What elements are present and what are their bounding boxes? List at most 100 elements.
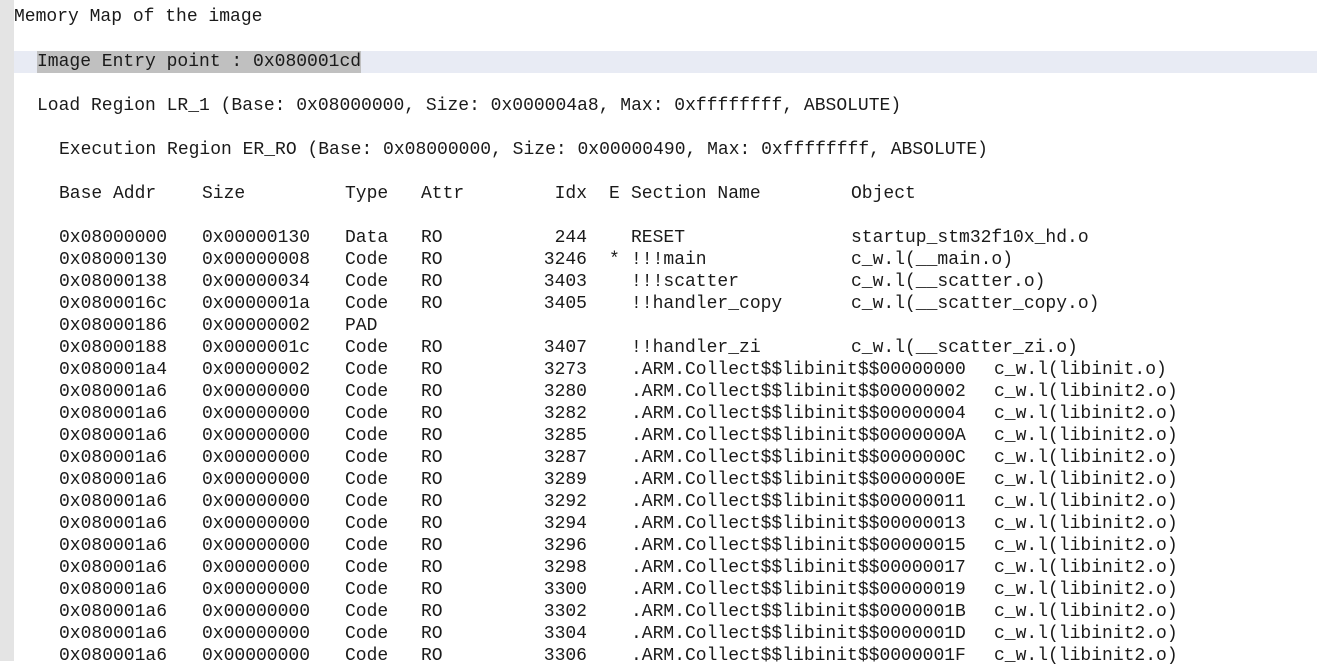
cell-base-addr: 0x080001a4 — [59, 360, 168, 380]
cell-base-addr: 0x08000188 — [59, 338, 168, 358]
cell-type: Code — [345, 646, 389, 666]
cell-size: 0x00000000 — [202, 492, 311, 512]
cell-type: PAD — [345, 316, 378, 336]
cell-section-name: .ARM.Collect$$libinit$$00000015 — [631, 536, 966, 556]
table-row: 0x080001a6 0x00000000 Code RO 3294 .ARM.Colle… — [0, 513, 1317, 535]
table-row: 0x08000000 0x00000130 Data RO 244 RESET startu… — [0, 227, 1317, 249]
table-row: 0x080001a6 0x00000000 Code RO 3285 .ARM.Colle… — [0, 425, 1317, 447]
cell-type: Code — [345, 558, 389, 578]
cell-base-addr: 0x080001a6 — [59, 404, 168, 424]
cell-object: c_w.l(libinit2.o) — [994, 624, 1178, 644]
cell-attr: RO — [421, 272, 443, 292]
table-row: 0x080001a6 0x00000000 Code RO 3280 .ARM.Colle… — [0, 381, 1317, 403]
cell-attr: RO — [421, 580, 443, 600]
cell-attr: RO — [421, 338, 443, 358]
load-region-line: Load Region LR_1 (Base: 0x08000000, Size… — [37, 96, 902, 116]
cell-idx: 3302 — [543, 602, 587, 622]
cell-object: c_w.l(libinit2.o) — [994, 426, 1178, 446]
cell-object: c_w.l(libinit.o) — [994, 360, 1167, 380]
cell-type: Code — [345, 536, 389, 556]
cell-object: c_w.l(libinit2.o) — [994, 558, 1178, 578]
cell-object: c_w.l(__scatter_copy.o) — [851, 294, 1100, 314]
cell-attr: RO — [421, 426, 443, 446]
column-header-size: Size — [202, 184, 246, 204]
cell-section-name: .ARM.Collect$$libinit$$0000001D — [631, 624, 966, 644]
cell-size: 0x00000034 — [202, 272, 311, 292]
cell-section-name: .ARM.Collect$$libinit$$0000000C — [631, 448, 966, 468]
cell-size: 0x00000000 — [202, 426, 311, 446]
cell-idx: 244 — [554, 228, 587, 248]
table-row: 0x08000130 0x00000008 Code RO 3246 * !!!main c_… — [0, 249, 1317, 271]
cell-size: 0x00000000 — [202, 646, 311, 666]
cell-base-addr: 0x08000000 — [59, 228, 168, 248]
cell-base-addr: 0x08000138 — [59, 272, 168, 292]
cell-section-name: .ARM.Collect$$libinit$$00000000 — [631, 360, 966, 380]
cell-idx: 3285 — [543, 426, 587, 446]
cell-section-name: .ARM.Collect$$libinit$$00000019 — [631, 580, 966, 600]
cell-attr: RO — [421, 646, 443, 666]
cell-attr: RO — [421, 470, 443, 490]
cell-object: c_w.l(__scatter_zi.o) — [851, 338, 1078, 358]
cell-size: 0x00000008 — [202, 250, 311, 270]
cell-object: startup_stm32f10x_hd.o — [851, 228, 1089, 248]
entry-point-line[interactable]: Image Entry point : 0x080001cd — [37, 51, 362, 73]
cell-section-name: !!handler_copy — [631, 294, 783, 314]
table-row: 0x080001a6 0x00000000 Code RO 3289 .ARM.Colle… — [0, 469, 1317, 491]
cell-attr: RO — [421, 536, 443, 556]
cell-attr: RO — [421, 294, 443, 314]
column-header-idx: Idx — [554, 184, 587, 204]
cell-object: c_w.l(libinit2.o) — [994, 602, 1178, 622]
table-row: 0x080001a4 0x00000002 Code RO 3273 .ARM.Colle… — [0, 359, 1317, 381]
table-header: Base Addr Size Type Attr Idx E Section N… — [0, 183, 1317, 205]
cell-size: 0x00000000 — [202, 602, 311, 622]
table-row: 0x080001a6 0x00000000 Code RO 3287 .ARM.Colle… — [0, 447, 1317, 469]
column-header-section-name: Section Name — [631, 184, 761, 204]
cell-base-addr: 0x080001a6 — [59, 558, 168, 578]
table-row: 0x0800016c 0x0000001a Code RO 3405 !!handler_… — [0, 293, 1317, 315]
cell-base-addr: 0x080001a6 — [59, 426, 168, 446]
table-row: 0x080001a6 0x00000000 Code RO 3292 .ARM.Colle… — [0, 491, 1317, 513]
cell-idx: 3306 — [543, 646, 587, 666]
cell-size: 0x00000000 — [202, 536, 311, 556]
cell-section-name: .ARM.Collect$$libinit$$0000000A — [631, 426, 966, 446]
cell-base-addr: 0x08000186 — [59, 316, 168, 336]
cell-section-name: .ARM.Collect$$libinit$$0000001B — [631, 602, 966, 622]
table-row: 0x08000186 0x00000002 PAD — [0, 315, 1317, 337]
cell-type: Code — [345, 360, 389, 380]
table-row: 0x080001a6 0x00000000 Code RO 3300 .ARM.Colle… — [0, 579, 1317, 601]
cell-section-name: .ARM.Collect$$libinit$$0000001F — [631, 646, 966, 666]
cell-size: 0x00000000 — [202, 580, 311, 600]
cell-base-addr: 0x0800016c — [59, 294, 168, 314]
cell-type: Code — [345, 294, 389, 314]
cell-size: 0x0000001c — [202, 338, 311, 358]
cell-idx: 3407 — [543, 338, 587, 358]
cell-object: c_w.l(__main.o) — [851, 250, 1014, 270]
table-row: 0x080001a6 0x00000000 Code RO 3306 .ARM.Colle… — [0, 645, 1317, 667]
column-header-attr: Attr — [421, 184, 465, 204]
cell-type: Code — [345, 250, 389, 270]
cell-idx: 3304 — [543, 624, 587, 644]
column-header-e: E — [609, 184, 620, 204]
cell-section-name: !!handler_zi — [631, 338, 761, 358]
cell-type: Code — [345, 404, 389, 424]
cell-size: 0x00000000 — [202, 404, 311, 424]
cell-type: Code — [345, 382, 389, 402]
cell-attr: RO — [421, 228, 443, 248]
cell-size: 0x00000000 — [202, 448, 311, 468]
table-row: 0x08000138 0x00000034 Code RO 3403 !!!scatter… — [0, 271, 1317, 293]
cell-type: Code — [345, 448, 389, 468]
cell-idx: 3292 — [543, 492, 587, 512]
cell-entry-flag: * — [609, 250, 620, 270]
table-row: 0x080001a6 0x00000000 Code RO 3282 .ARM.Colle… — [0, 403, 1317, 425]
page-title: Memory Map of the image — [14, 7, 263, 27]
cell-section-name: .ARM.Collect$$libinit$$00000004 — [631, 404, 966, 424]
cell-base-addr: 0x08000130 — [59, 250, 168, 270]
cell-section-name: !!!main — [631, 250, 707, 270]
cell-size: 0x00000000 — [202, 470, 311, 490]
cell-size: 0x00000002 — [202, 316, 311, 336]
cell-attr: RO — [421, 250, 443, 270]
cell-idx: 3289 — [543, 470, 587, 490]
cell-section-name: .ARM.Collect$$libinit$$00000011 — [631, 492, 966, 512]
table-row: 0x080001a6 0x00000000 Code RO 3296 .ARM.Colle… — [0, 535, 1317, 557]
cell-base-addr: 0x080001a6 — [59, 602, 168, 622]
